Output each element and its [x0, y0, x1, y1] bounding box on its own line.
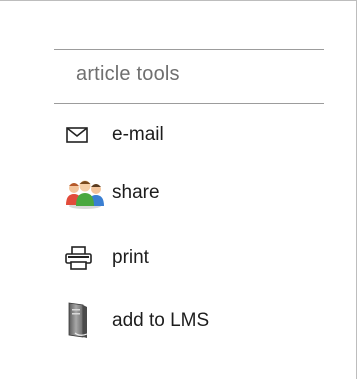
print-label: print	[112, 247, 149, 268]
server-icon	[60, 302, 112, 339]
printer-icon	[60, 240, 112, 276]
panel-heading: article tools	[76, 63, 180, 85]
bottom-divider	[54, 103, 324, 104]
top-divider	[54, 49, 324, 50]
share-label: share	[112, 182, 160, 203]
add-to-lms-label: add to LMS	[112, 310, 210, 331]
envelope-icon	[60, 117, 112, 153]
share-tool-link[interactable]: share	[60, 175, 160, 211]
email-tool-link[interactable]: e-mail	[60, 117, 164, 153]
add-to-lms-tool-link[interactable]: add to LMS	[60, 302, 210, 339]
print-tool-link[interactable]: print	[60, 240, 149, 276]
article-tools-panel: article tools e-mail share print add to …	[0, 0, 357, 379]
people-icon	[60, 175, 112, 211]
email-label: e-mail	[112, 124, 164, 145]
